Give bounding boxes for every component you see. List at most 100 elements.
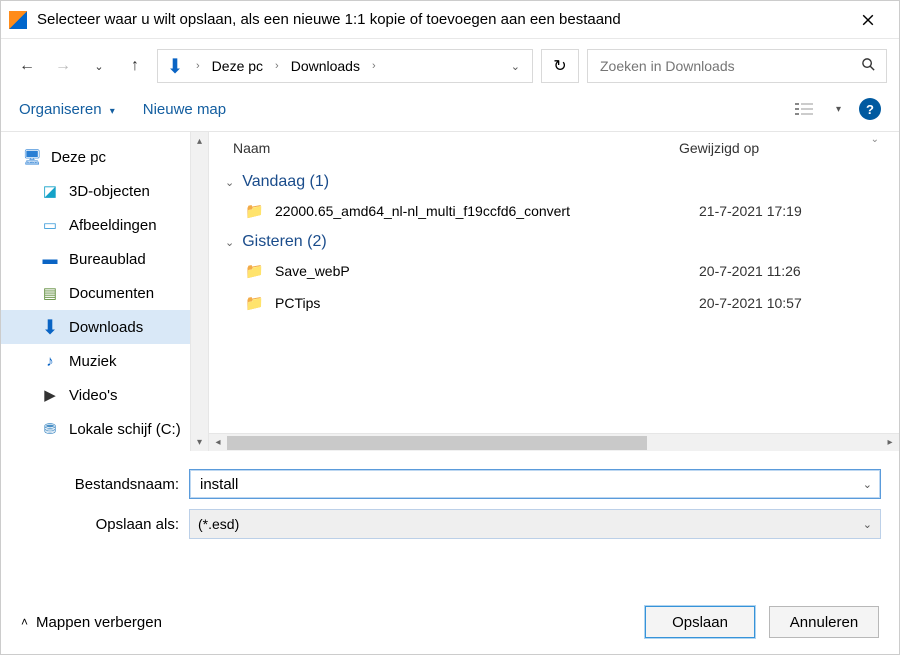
up-button[interactable]: ↑	[121, 52, 149, 80]
back-button[interactable]: ←	[13, 52, 41, 80]
folder-icon: 📁	[245, 294, 265, 312]
tree-item-label: Bureaublad	[69, 251, 146, 268]
list-item[interactable]: 📁 PCTips 20-7-2021 10:57	[221, 287, 899, 319]
chevron-right-icon: ›	[372, 60, 376, 72]
view-dropdown-icon[interactable]: ▾	[836, 104, 841, 115]
documents-icon: ▤	[41, 284, 59, 302]
file-pane: Naam Gewijzigd op ⌄ ⌄ Vandaag (1) 📁 2200…	[209, 132, 899, 451]
organize-label: Organiseren	[19, 101, 102, 118]
main-area: 🖥 Deze pc ◪ 3D-objecten ▭ Afbeeldingen ▬…	[1, 131, 899, 451]
column-headers: Naam Gewijzigd op ⌄	[209, 132, 899, 167]
file-name: 22000.65_amd64_nl-nl_multi_f19ccfd6_conv…	[275, 203, 699, 219]
video-icon: ▶	[41, 386, 59, 404]
list-item[interactable]: 📁 22000.65_amd64_nl-nl_multi_f19ccfd6_co…	[221, 195, 899, 227]
file-list: ⌄ Vandaag (1) 📁 22000.65_amd64_nl-nl_mul…	[209, 167, 899, 433]
downloads-icon: ⬇	[41, 318, 59, 336]
tree-item-desktop[interactable]: ▬ Bureaublad	[1, 242, 190, 276]
tree-item-pictures[interactable]: ▭ Afbeeldingen	[1, 208, 190, 242]
view-options-button[interactable]	[790, 97, 818, 121]
search-icon[interactable]	[861, 57, 876, 76]
tree-item-3d-objects[interactable]: ◪ 3D-objecten	[1, 174, 190, 208]
tree-item-documents[interactable]: ▤ Documenten	[1, 276, 190, 310]
group-header-yesterday[interactable]: ⌄ Gisteren (2)	[221, 227, 899, 255]
desktop-icon: ▬	[41, 250, 59, 268]
column-modified-label: Gewijzigd op	[679, 140, 759, 156]
tree-sidebar: 🖥 Deze pc ◪ 3D-objecten ▭ Afbeeldingen ▬…	[1, 132, 209, 451]
toolbar: Organiseren ▾ Nieuwe map ▾ ?	[1, 91, 899, 131]
chevron-down-icon: ⌄	[225, 236, 234, 249]
chevron-down-icon[interactable]: ⌄	[863, 518, 872, 531]
scroll-right-icon[interactable]: ▸	[881, 434, 899, 451]
chevron-down-icon: ⌄	[225, 176, 234, 189]
cancel-button[interactable]: Annuleren	[769, 606, 879, 638]
group-label: Gisteren (2)	[242, 233, 326, 251]
pc-icon: 🖥	[23, 148, 41, 166]
group-header-today[interactable]: ⌄ Vandaag (1)	[221, 167, 899, 195]
horizontal-scrollbar[interactable]: ◂ ▸	[209, 433, 899, 451]
hide-folders-toggle[interactable]: ˄ Mappen verbergen	[21, 614, 162, 631]
hide-folders-label: Mappen verbergen	[36, 614, 162, 631]
tree-item-label: Documenten	[69, 285, 154, 302]
file-date: 20-7-2021 11:26	[699, 263, 899, 279]
chevron-right-icon: ›	[275, 60, 279, 72]
search-input[interactable]	[598, 57, 861, 75]
organize-menu[interactable]: Organiseren ▾	[19, 101, 115, 118]
folder-icon: 📁	[245, 262, 265, 280]
window-title: Selecteer waar u wilt opslaan, als een n…	[37, 11, 845, 28]
pictures-icon: ▭	[41, 216, 59, 234]
save-button[interactable]: Opslaan	[645, 606, 755, 638]
filetype-label: Opslaan als:	[19, 516, 189, 533]
tree-item-label: Muziek	[69, 353, 117, 370]
breadcrumb-bar[interactable]: ⬇ › Deze pc › Downloads › ⌄	[157, 49, 533, 83]
help-button[interactable]: ?	[859, 98, 881, 120]
file-date: 21-7-2021 17:19	[699, 203, 899, 219]
footer: ˄ Mappen verbergen Opslaan Annuleren	[1, 590, 899, 654]
tree-item-label: Deze pc	[51, 149, 106, 166]
app-icon	[9, 11, 27, 29]
breadcrumb-folder[interactable]: Downloads	[289, 58, 362, 74]
filename-label: Bestandsnaam:	[19, 476, 189, 493]
scroll-thumb[interactable]	[227, 436, 647, 450]
filetype-combo[interactable]: (*.esd) ⌄	[189, 509, 881, 539]
form-area: Bestandsnaam: ⌄ Opslaan als: (*.esd) ⌄	[1, 451, 899, 539]
breadcrumb-root[interactable]: Deze pc	[210, 58, 265, 74]
scroll-up-icon[interactable]: ▴	[191, 132, 208, 150]
music-icon: ♪	[41, 352, 59, 370]
cube-icon: ◪	[41, 182, 59, 200]
folder-icon: 📁	[245, 202, 265, 220]
column-name[interactable]: Naam	[233, 140, 679, 156]
refresh-button[interactable]: ↻	[541, 49, 579, 83]
tree-item-label: 3D-objecten	[69, 183, 150, 200]
tree-item-local-disk[interactable]: ⛃ Lokale schijf (C:)	[1, 412, 190, 446]
tree-item-videos[interactable]: ▶ Video's	[1, 378, 190, 412]
breadcrumb-dropdown-icon[interactable]: ⌄	[505, 60, 526, 73]
scroll-left-icon[interactable]: ◂	[209, 434, 227, 451]
filetype-value: (*.esd)	[198, 516, 239, 532]
close-button[interactable]	[845, 2, 891, 38]
file-name: PCTips	[275, 295, 699, 311]
scroll-down-icon[interactable]: ▾	[191, 433, 208, 451]
tree-item-downloads[interactable]: ⬇ Downloads	[1, 310, 190, 344]
file-date: 20-7-2021 10:57	[699, 295, 899, 311]
tree-item-label: Lokale schijf (C:)	[69, 421, 181, 438]
filename-field[interactable]: ⌄	[189, 469, 881, 499]
tree-item-music[interactable]: ♪ Muziek	[1, 344, 190, 378]
chevron-down-icon[interactable]: ⌄	[863, 478, 872, 491]
sidebar-scrollbar[interactable]: ▴ ▾	[190, 132, 208, 451]
tree-item-label: Video's	[69, 387, 117, 404]
forward-button[interactable]: →	[49, 52, 77, 80]
tree-item-this-pc[interactable]: 🖥 Deze pc	[1, 140, 190, 174]
chevron-up-icon: ˄	[21, 615, 28, 629]
recent-locations-button[interactable]: ⌄	[85, 52, 113, 80]
chevron-down-icon: ▾	[110, 106, 115, 117]
new-folder-button[interactable]: Nieuwe map	[143, 101, 226, 118]
chevron-right-icon: ›	[196, 60, 200, 72]
column-modified[interactable]: Gewijzigd op ⌄	[679, 140, 879, 156]
sort-indicator-icon: ⌄	[871, 134, 879, 145]
list-item[interactable]: 📁 Save_webP 20-7-2021 11:26	[221, 255, 899, 287]
filename-input[interactable]	[198, 475, 872, 494]
title-bar: Selecteer waar u wilt opslaan, als een n…	[1, 1, 899, 39]
nav-row: ← → ⌄ ↑ ⬇ › Deze pc › Downloads › ⌄ ↻	[1, 39, 899, 91]
tree-item-label: Afbeeldingen	[69, 217, 157, 234]
search-box[interactable]	[587, 49, 887, 83]
